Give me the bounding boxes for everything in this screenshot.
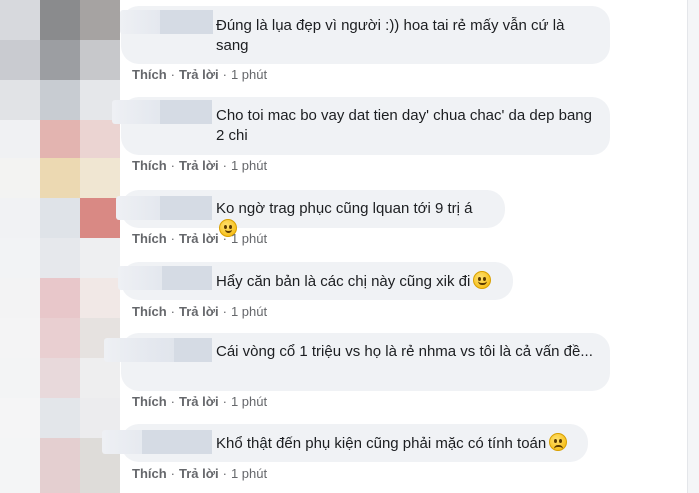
reply-link[interactable]: Trả lời <box>179 231 219 246</box>
blurred-author-name[interactable] <box>120 10 213 34</box>
comment-actions: Thích · Trả lời · 1 phút <box>132 67 268 82</box>
comment-text: Đúng là lụa đẹp vì người :)) hoa tai rẻ … <box>216 17 565 54</box>
comment-text: Hẩy căn bản là các chị này cũng xik đi <box>216 273 471 290</box>
comment-text: Cái vòng cổ 1 triệu vs họ là rẻ nhma vs … <box>216 343 593 360</box>
comment-text: Cho toi mac bo vay dat tien day' chua ch… <box>216 107 592 144</box>
reply-link[interactable]: Trả lời <box>179 394 219 409</box>
like-link[interactable]: Thích <box>132 67 167 82</box>
comment-actions: Thích · Trả lời · 1 phút <box>132 394 268 409</box>
comment-time[interactable]: 1 phút <box>231 466 267 481</box>
sad-face-emoji <box>549 433 568 451</box>
like-link[interactable]: Thích <box>132 466 167 481</box>
comment-text: Khổ thật đến phụ kiện cũng phải mặc có t… <box>216 435 547 452</box>
scroll-edge <box>687 0 699 493</box>
blurred-author-name[interactable] <box>104 338 212 362</box>
comment-time[interactable]: 1 phút <box>231 231 267 246</box>
smiling-face-emoji <box>473 271 492 289</box>
blurred-author-name[interactable] <box>112 100 212 124</box>
comment-time[interactable]: 1 phút <box>231 67 267 82</box>
comment-time[interactable]: 1 phút <box>231 304 267 319</box>
blurred-author-name[interactable] <box>118 266 212 290</box>
comment-actions: Thích · Trả lời · 1 phút <box>132 304 268 319</box>
like-link[interactable]: Thích <box>132 394 167 409</box>
comment-time[interactable]: 1 phút <box>231 158 267 173</box>
comment-actions: Thích · Trả lời · 1 phút <box>132 158 268 173</box>
comment-time[interactable]: 1 phút <box>231 394 267 409</box>
comment-actions: Thích · Trả lời · 1 phút <box>132 231 268 246</box>
like-link[interactable]: Thích <box>132 304 167 319</box>
comment-text: Ko ngờ trag phục cũng lquan tới 9 trị á <box>216 200 473 217</box>
like-link[interactable]: Thích <box>132 231 167 246</box>
blurred-author-name[interactable] <box>102 430 212 454</box>
blurred-author-name[interactable] <box>116 196 212 220</box>
reply-link[interactable]: Trả lời <box>179 158 219 173</box>
reply-link[interactable]: Trả lời <box>179 304 219 319</box>
comment-actions: Thích · Trả lời · 1 phút <box>132 466 268 481</box>
like-link[interactable]: Thích <box>132 158 167 173</box>
blurred-avatar-column <box>0 0 120 493</box>
reply-link[interactable]: Trả lời <box>179 466 219 481</box>
reply-link[interactable]: Trả lời <box>179 67 219 82</box>
